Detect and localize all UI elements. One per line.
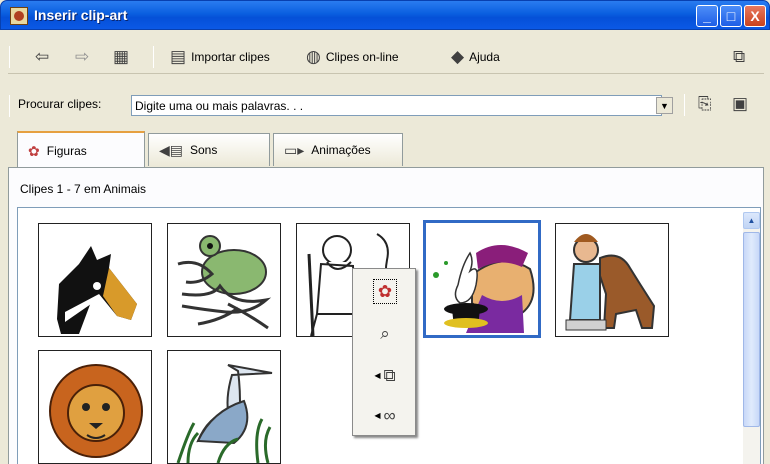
title-bar[interactable]: Inserir clip-art _ □ X <box>0 0 770 30</box>
search-separator <box>684 94 685 116</box>
lion-clip-image <box>49 364 143 458</box>
toolbar-grip <box>9 46 10 68</box>
clip-thumbnail-horse[interactable] <box>38 223 152 337</box>
breadcrumb: Clipes 1 - 7 em Animais <box>20 182 147 196</box>
horse-clip-image <box>57 246 137 334</box>
copy-button[interactable]: ⎘ <box>698 95 712 112</box>
preview-clip-button[interactable]: ⌕ <box>353 315 417 351</box>
forward-button[interactable]: ⇨ <box>75 48 89 65</box>
minimize-button[interactable]: _ <box>696 5 718 27</box>
scroll-up-button[interactable]: ▲ <box>743 212 760 229</box>
insert-clip-icon: ✿ <box>377 281 393 301</box>
close-button[interactable]: X <box>744 5 766 27</box>
search-bar: Procurar clipes: ▼ ⎘ ▣ <box>8 76 764 124</box>
import-clips-button[interactable]: ▤ Importar clipes <box>170 48 270 65</box>
clip-thumbnail-frog[interactable] <box>167 223 281 337</box>
add-to-favorites-button[interactable]: ◀ ⧉ <box>353 357 417 393</box>
forward-arrow-icon: ⇨ <box>75 47 90 66</box>
import-clips-label: Importar clipes <box>191 49 270 64</box>
window-size-icon: ⧉ <box>733 47 746 66</box>
import-icon: ▤ <box>170 47 187 66</box>
search-dropdown-button[interactable]: ▼ <box>656 97 673 114</box>
search-input[interactable] <box>131 95 662 116</box>
tab-sons[interactable]: ◀▤ Sons <box>148 133 270 166</box>
app-icon <box>10 7 28 25</box>
online-clips-button[interactable]: ◍ Clipes on-line <box>306 48 399 65</box>
chevron-left-icon: ◀ <box>374 370 381 380</box>
tab-label: Animações <box>311 143 371 157</box>
clip-action-popup: ✿ ⌕ ◀ ⧉ ◀ ∞ <box>352 268 416 436</box>
search-grip <box>9 95 10 117</box>
online-clips-label: Clipes on-line <box>325 49 399 64</box>
tab-label: Sons <box>190 143 218 157</box>
back-arrow-icon: ⇦ <box>35 47 50 66</box>
tab-label: Figuras <box>46 144 87 158</box>
maximize-button[interactable]: □ <box>720 5 742 27</box>
help-button[interactable]: ◆ Ajuda <box>451 48 500 65</box>
tab-strip: ✿ Figuras ◀▤ Sons ▭▸ Animações <box>17 131 767 169</box>
find-similar-button[interactable]: ◀ ∞ <box>353 397 417 433</box>
help-book-icon: ◆ <box>451 47 465 66</box>
scroll-thumb[interactable] <box>743 232 760 427</box>
pictures-icon: ✿ <box>28 142 40 159</box>
preview-magnifier-icon: ⌕ <box>380 323 390 343</box>
paste-icon: ▣ <box>732 94 749 113</box>
clip-thumbnail-heron[interactable] <box>167 350 281 464</box>
tab-figuras[interactable]: ✿ Figuras <box>17 131 145 169</box>
girl-with-dog-clip-image <box>565 234 656 331</box>
insert-clip-button[interactable]: ✿ <box>353 273 417 309</box>
magician-clip-image <box>433 245 535 333</box>
clip-thumbnail-lion[interactable] <box>38 350 152 464</box>
frog-clip-image <box>177 235 272 330</box>
copy-icon: ⎘ <box>698 94 712 113</box>
heron-clip-image <box>176 364 273 463</box>
back-button[interactable]: ⇦ <box>35 48 49 65</box>
add-favorites-icon: ⧉ <box>383 365 396 385</box>
change-window-size-button[interactable]: ⧉ <box>733 48 745 65</box>
search-label: Procurar clipes: <box>18 97 102 111</box>
window-title: Inserir clip-art <box>34 7 128 23</box>
online-clips-icon: ◍ <box>306 47 321 66</box>
speaker-icon: ◀▤ <box>159 141 183 158</box>
help-label: Ajuda <box>469 49 500 64</box>
chevron-left-icon: ◀ <box>374 410 381 420</box>
clip-art-window: Inserir clip-art _ □ X ⇦ ⇨ ▦ ▤ Importar … <box>0 0 770 464</box>
grid-view-icon: ▦ <box>113 47 130 66</box>
view-button[interactable]: ▦ <box>113 48 129 65</box>
clip-thumbnail-girl-with-dog[interactable] <box>555 223 669 337</box>
camera-icon: ▭▸ <box>284 141 305 158</box>
binoculars-icon: ∞ <box>383 405 396 425</box>
paste-button[interactable]: ▣ <box>732 95 748 112</box>
tab-animacoes[interactable]: ▭▸ Animações <box>273 133 403 166</box>
toolbar: ⇦ ⇨ ▦ ▤ Importar clipes ◍ Clipes on-line… <box>8 40 764 74</box>
toolbar-separator <box>153 46 154 68</box>
clip-thumbnail-magician[interactable] <box>423 220 541 338</box>
